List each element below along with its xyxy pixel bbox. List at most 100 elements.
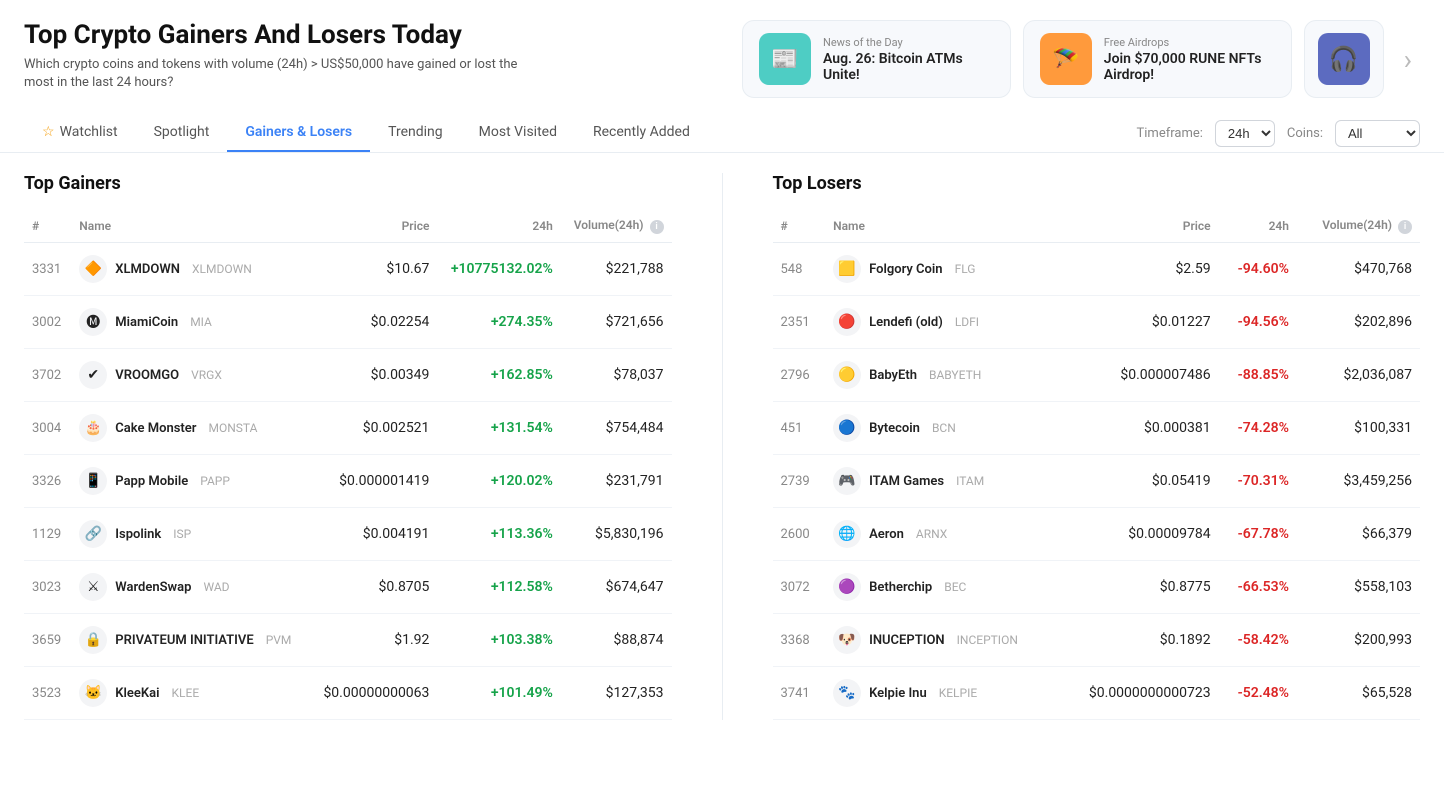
table-row[interactable]: 3002 🅜 MiamiCoin MIA $0.02254 +274.35% $… [24,296,672,349]
news-next-arrow[interactable]: › [1396,20,1420,98]
coin-name: Cake Monster [115,421,196,436]
name-cell: ⚔ WardenSwap WAD [71,561,310,614]
volume-info-icon-g[interactable]: i [650,220,664,234]
tab-label-trending: Trending [388,124,443,140]
gainers-table: # Name Price 24h Volume(24h) i 3331 🔶 XL… [24,210,672,720]
name-cell: 🅜 MiamiCoin MIA [71,296,310,349]
change-cell: +274.35% [437,296,560,349]
price-cell: $0.05419 [1059,455,1219,508]
coin-name: Ispolink [115,527,161,542]
table-row[interactable]: 2600 🌐 Aeron ARNX $0.00009784 -67.78% $6… [773,508,1421,561]
coin-symbol: BCN [932,421,956,435]
table-row[interactable]: 3523 🐱 KleeKai KLEE $0.00000000063 +101.… [24,667,672,720]
news-card-1[interactable]: 🪂 Free Airdrops Join $70,000 RUNE NFTs A… [1023,20,1292,98]
coin-name: Bytecoin [869,421,920,436]
tab-gainers-losers[interactable]: Gainers & Losers [227,114,370,152]
col-name-g: Name [71,210,310,243]
coin-name: KleeKai [115,686,159,701]
coin-icon: 🎮 [833,467,861,495]
rank-cell: 3368 [773,614,826,667]
price-cell: $0.002521 [310,402,438,455]
table-row[interactable]: 3023 ⚔ WardenSwap WAD $0.8705 +112.58% $… [24,561,672,614]
coin-symbol: MONSTA [208,421,257,435]
table-row[interactable]: 3741 🐾 Kelpie Inu KELPIE $0.000000000072… [773,667,1421,720]
coin-symbol: WAD [203,580,229,594]
tab-label-spotlight: Spotlight [154,124,210,140]
change-cell: +120.02% [437,455,560,508]
table-row[interactable]: 3368 🐶 INUCEPTION INCEPTION $0.1892 -58.… [773,614,1421,667]
change-cell: -94.56% [1219,296,1297,349]
coin-name: VROOMGO [115,368,179,383]
volume-cell: $754,484 [561,402,672,455]
price-cell: $0.004191 [310,508,438,561]
table-row[interactable]: 548 🟨 Folgory Coin FLG $2.59 -94.60% $47… [773,243,1421,296]
coin-icon: ✔ [79,361,107,389]
name-cell: 🎮 ITAM Games ITAM [825,455,1058,508]
coin-icon: 📱 [79,467,107,495]
losers-tbody: 548 🟨 Folgory Coin FLG $2.59 -94.60% $47… [773,243,1421,720]
change-cell: +113.36% [437,508,560,561]
table-row[interactable]: 3004 🎂 Cake Monster MONSTA $0.002521 +13… [24,402,672,455]
table-row[interactable]: 3326 📱 Papp Mobile PAPP $0.000001419 +12… [24,455,672,508]
change-cell: +10775132.02% [437,243,560,296]
col-price-g: Price [310,210,438,243]
gainers-title: Top Gainers [24,173,672,194]
name-cell: 🐶 INUCEPTION INCEPTION [825,614,1058,667]
name-cell: 🟨 Folgory Coin FLG [825,243,1058,296]
price-cell: $0.00009784 [1059,508,1219,561]
change-cell: +103.38% [437,614,560,667]
tab-most-visited[interactable]: Most Visited [461,114,575,152]
coin-name: Betherchip [869,580,932,595]
price-cell: $0.01227 [1059,296,1219,349]
coins-label: Coins: [1287,126,1323,141]
volume-cell: $231,791 [561,455,672,508]
table-row[interactable]: 2739 🎮 ITAM Games ITAM $0.05419 -70.31% … [773,455,1421,508]
news-card-0[interactable]: 📰 News of the Day Aug. 26: Bitcoin ATMs … [742,20,1011,98]
news-icon-1: 🪂 [1040,33,1092,85]
table-row[interactable]: 451 🔵 Bytecoin BCN $0.000381 -74.28% $10… [773,402,1421,455]
volume-cell: $721,656 [561,296,672,349]
col-rank-g: # [24,210,71,243]
tab-spotlight[interactable]: Spotlight [136,114,228,152]
name-cell: 📱 Papp Mobile PAPP [71,455,310,508]
table-row[interactable]: 3659 🔒 PRIVATEUM INITIATIVE PVM $1.92 +1… [24,614,672,667]
table-row[interactable]: 3702 ✔ VROOMGO VRGX $0.00349 +162.85% $7… [24,349,672,402]
coin-icon: 🟨 [833,255,861,283]
col-24h-g: 24h [437,210,560,243]
coin-name: INUCEPTION [869,633,945,648]
coin-symbol: PAPP [200,474,230,488]
coin-symbol: FLG [955,262,976,276]
table-row[interactable]: 1129 🔗 Ispolink ISP $0.004191 +113.36% $… [24,508,672,561]
volume-info-icon-l[interactable]: i [1398,220,1412,234]
tab-label-recently-added: Recently Added [593,124,690,140]
rank-cell: 2351 [773,296,826,349]
page-header: Top Crypto Gainers And Losers Today Whic… [0,0,1444,114]
timeframe-select[interactable]: 1h24h7d30d [1215,120,1275,147]
change-cell: +101.49% [437,667,560,720]
name-cell: 🟣 Betherchip BEC [825,561,1058,614]
volume-cell: $3,459,256 [1297,455,1420,508]
tab-recently-added[interactable]: Recently Added [575,114,708,152]
news-card-2[interactable]: 🎧 [1304,20,1384,98]
volume-cell: $127,353 [561,667,672,720]
news-label-1: Free Airdrops [1104,36,1275,49]
name-cell: 🔶 XLMDOWN XLMDOWN [71,243,310,296]
table-row[interactable]: 2351 🔴 Lendefi (old) LDFI $0.01227 -94.5… [773,296,1421,349]
tab-trending[interactable]: Trending [370,114,461,152]
price-cell: $0.0000000000723 [1059,667,1219,720]
table-row[interactable]: 3072 🟣 Betherchip BEC $0.8775 -66.53% $5… [773,561,1421,614]
rank-cell: 3004 [24,402,71,455]
table-row[interactable]: 3331 🔶 XLMDOWN XLMDOWN $10.67 +10775132.… [24,243,672,296]
change-cell: -70.31% [1219,455,1297,508]
price-cell: $0.00000000063 [310,667,438,720]
coin-symbol: BEC [944,580,966,594]
news-title-0: Aug. 26: Bitcoin ATMs Unite! [823,51,994,83]
coin-symbol: KLEE [172,686,200,700]
table-row[interactable]: 2796 🟡 BabyEth BABYETH $0.000007486 -88.… [773,349,1421,402]
coins-select[interactable]: AllTop 100Top 500 [1335,120,1420,147]
coin-icon: 🐾 [833,679,861,707]
coin-name: XLMDOWN [115,262,180,277]
coin-symbol: PVM [266,633,292,647]
rank-cell: 451 [773,402,826,455]
tab-watchlist[interactable]: ☆Watchlist [24,114,136,152]
